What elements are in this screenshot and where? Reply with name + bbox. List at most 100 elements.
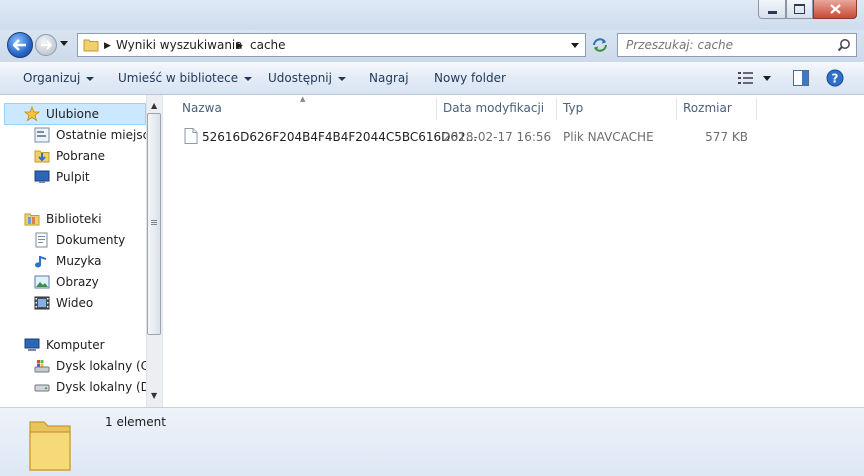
nav-music[interactable]: Muzyka [34, 251, 101, 271]
view-dropdown[interactable] [763, 76, 771, 81]
nav-downloads[interactable]: Pobrane [34, 146, 105, 166]
column-divider[interactable] [676, 98, 677, 120]
details-pane: 1 element [0, 407, 864, 476]
music-icon [35, 256, 46, 268]
chevron-down-icon [244, 76, 253, 81]
scrollbar-thumb[interactable] [147, 113, 161, 335]
nav-drive-d[interactable]: Dysk lokalny (D:) [34, 377, 159, 397]
command-bar: Organizuj Umieść w bibliotece Udostępnij… [0, 62, 864, 95]
nav-documents-label: Dokumenty [56, 233, 126, 247]
maximize-icon [794, 4, 805, 14]
scroll-down-arrow-icon[interactable]: ▼ [151, 391, 157, 400]
minimize-button[interactable] [758, 0, 786, 19]
recent-pages-button[interactable] [60, 41, 70, 51]
minimize-icon [767, 10, 777, 14]
help-icon: ? [826, 69, 844, 87]
refresh-button[interactable] [588, 33, 612, 57]
nav-videos-label: Wideo [56, 296, 94, 310]
help-button[interactable]: ? [826, 69, 844, 90]
video-icon [34, 296, 50, 310]
column-header-name[interactable]: Nazwa [182, 98, 222, 120]
chevron-down-icon [571, 43, 579, 48]
preview-pane-button[interactable] [793, 70, 809, 89]
nav-pictures-label: Obrazy [56, 275, 99, 289]
pictures-icon [34, 275, 50, 289]
nav-drive-c-label: Dysk lokalny (C:) [56, 359, 158, 373]
nav-desktop-label: Pulpit [56, 170, 90, 184]
search-icon[interactable] [837, 38, 851, 52]
nav-documents[interactable]: Dokumenty [34, 230, 125, 250]
share-label: Udostępnij [268, 71, 332, 85]
file-icon [184, 128, 198, 144]
organize-button[interactable]: Organizuj [23, 71, 95, 85]
computer-icon [24, 338, 40, 351]
nav-favorites[interactable]: Ulubione [24, 104, 99, 124]
breadcrumb-separator-icon[interactable]: ▶ [104, 41, 111, 51]
chevron-down-icon [60, 41, 68, 46]
arrow-left-icon [13, 39, 26, 51]
sort-ascending-icon: ▲ [300, 95, 306, 103]
file-name: 52616D626F204B4F4B4F2044C5BC616D62... [202, 130, 478, 144]
back-button[interactable] [7, 32, 33, 58]
address-dropdown[interactable] [571, 43, 579, 48]
nav-videos[interactable]: Wideo [34, 293, 93, 313]
downloads-folder-icon [34, 150, 50, 163]
documents-icon [35, 232, 48, 248]
folder-icon [83, 39, 99, 52]
column-header-type[interactable]: Typ [563, 98, 583, 120]
include-in-library-label: Umieść w bibliotece [118, 71, 239, 85]
file-type: Plik NAVCACHE [563, 130, 654, 144]
column-header-size[interactable]: Rozmiar [683, 98, 732, 120]
breadcrumb-separator-icon[interactable]: ▶ [236, 41, 243, 51]
maximize-button[interactable] [786, 0, 813, 19]
file-size: 577 KB [705, 130, 748, 144]
search-input[interactable] [624, 37, 828, 53]
item-count: 1 element [105, 415, 166, 429]
organize-label: Organizuj [23, 71, 81, 85]
nav-recent-places[interactable]: Ostatnie miejsca [34, 125, 157, 145]
preview-pane-icon [793, 70, 809, 86]
star-icon [24, 106, 40, 122]
nav-libraries[interactable]: Biblioteki [24, 209, 102, 229]
burn-button[interactable]: Nagraj [369, 71, 409, 85]
chevron-down-icon [763, 76, 771, 81]
include-in-library-button[interactable]: Umieść w bibliotece [118, 71, 253, 85]
new-folder-button[interactable]: Nowy folder [434, 71, 506, 85]
address-bar[interactable]: ▶ Wyniki wyszukiwania ▶ cache [77, 33, 586, 57]
nav-pictures[interactable]: Obrazy [34, 272, 99, 292]
nav-drive-c[interactable]: Dysk lokalny (C:) [34, 356, 158, 376]
address-row: ▶ Wyniki wyszukiwania ▶ cache [0, 30, 864, 62]
navigation-pane: Ulubione Ostatnie miejsca Pobrane Pulpit… [0, 95, 162, 407]
search-box[interactable] [617, 33, 857, 57]
drive-icon [34, 384, 50, 392]
nav-recent-places-label: Ostatnie miejsca [56, 128, 157, 142]
nav-computer[interactable]: Komputer [24, 335, 105, 355]
column-divider[interactable] [436, 98, 437, 120]
libraries-icon [24, 213, 40, 226]
share-button[interactable]: Udostępnij [268, 71, 346, 85]
close-icon [829, 4, 841, 14]
view-options-button[interactable] [738, 72, 754, 87]
title-bar[interactable] [0, 0, 864, 30]
forward-button[interactable] [35, 34, 57, 56]
column-divider[interactable] [756, 98, 757, 120]
table-row[interactable]: 52616D626F204B4F4B4F2044C5BC616D62... 20… [170, 126, 760, 148]
close-button[interactable] [813, 0, 857, 19]
nav-music-label: Muzyka [56, 254, 102, 268]
nav-libraries-label: Biblioteki [46, 212, 102, 226]
breadcrumb-search-results[interactable]: Wyniki wyszukiwania [116, 38, 243, 52]
nav-favorites-label: Ulubione [46, 107, 100, 121]
nav-computer-label: Komputer [46, 338, 105, 352]
breadcrumb-cache[interactable]: cache [250, 38, 286, 52]
scroll-up-arrow-icon[interactable]: ▲ [151, 101, 157, 110]
file-modified: 2018-02-17 16:56 [443, 130, 552, 144]
nav-desktop[interactable]: Pulpit [34, 167, 90, 187]
chevron-down-icon [337, 76, 346, 81]
column-divider[interactable] [556, 98, 557, 120]
refresh-icon [593, 38, 607, 52]
arrow-right-icon [41, 40, 52, 50]
nav-drive-d-label: Dysk lokalny (D:) [56, 380, 159, 394]
column-header-modified[interactable]: Data modyfikacji [443, 98, 544, 120]
recent-places-icon [34, 127, 50, 143]
chevron-down-icon [86, 76, 95, 81]
